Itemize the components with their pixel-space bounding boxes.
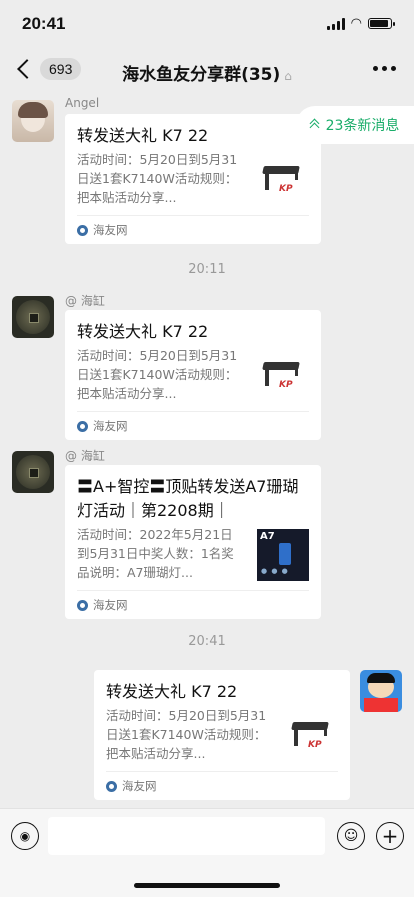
more-actions-button[interactable]: +: [376, 822, 404, 850]
card-source: 海友网: [93, 598, 128, 612]
source-icon: [106, 780, 117, 792]
sender-name: @ 海缸: [65, 294, 105, 308]
thumb-label: A7: [260, 531, 275, 542]
timestamp: 20:41: [188, 634, 226, 649]
thumb-logo: KP: [308, 740, 322, 750]
wifi-icon: ◠: [350, 16, 362, 31]
card-source: 海友网: [93, 419, 128, 433]
card-title: 转发送大礼 K7 22: [77, 322, 209, 341]
avatar[interactable]: [360, 670, 402, 712]
avatar[interactable]: [12, 451, 54, 493]
timestamp: 20:11: [188, 262, 226, 277]
double-chevron-up-icon: [309, 118, 320, 132]
home-indicator: [134, 883, 280, 888]
card-title: 转发送大礼 K7 22: [106, 682, 238, 701]
thumb-logo: KP: [279, 380, 293, 390]
card-description: 活动时间：5月20日到5月31日送1套K7140W活动规则：把本贴活动分享...: [77, 348, 238, 401]
chat-title: 海水鱼友分享群(35) ⌂: [0, 60, 414, 85]
card-title: 转发送大礼 K7 22: [77, 126, 209, 145]
thumb-logo: KP: [279, 184, 293, 194]
card-thumbnail: KP: [286, 710, 338, 762]
link-card[interactable]: 转发送大礼 K7 22 活动时间：5月20日到5月31日送1套K7140W活动规…: [94, 670, 350, 800]
source-icon: [77, 224, 88, 236]
link-card[interactable]: 转发送大礼 K7 22 活动时间：5月20日到5月31日送1套K7140W活动规…: [65, 310, 321, 440]
status-indicators: ◠: [326, 16, 395, 31]
new-messages-button[interactable]: 23条新消息: [296, 106, 414, 144]
card-source: 海友网: [93, 223, 128, 237]
emoji-button[interactable]: ☺: [337, 822, 365, 850]
message-input[interactable]: [48, 817, 325, 855]
sender-name: Angel: [65, 96, 100, 110]
signal-icon: [326, 17, 345, 30]
card-description: 活动时间：5月20日到5月31日送1套K7140W活动规则：把本贴活动分享...: [106, 708, 267, 761]
chat-area[interactable]: Angel 转发送大礼 K7 22 活动时间：5月20日到5月31日送1套K71…: [0, 92, 414, 808]
more-options-button[interactable]: [373, 66, 396, 71]
link-card[interactable]: 转发送大礼 K7 22 活动时间：5月20日到5月31日送1套K7140W活动规…: [65, 114, 321, 244]
card-source: 海友网: [122, 779, 157, 793]
link-card[interactable]: 〓A+智控〓顶贴转发送A7珊瑚灯活动｜第2208期｜ 活动时间：2022年5月2…: [65, 465, 321, 619]
chat-title-text: 海水鱼友分享群(35): [122, 65, 281, 85]
input-bar: ◉ ☺ +: [0, 808, 414, 897]
card-footer: 海友网: [77, 411, 309, 440]
card-footer: 海友网: [77, 590, 309, 619]
battery-icon: [368, 18, 395, 29]
card-thumbnail: KP: [257, 350, 309, 402]
voice-button[interactable]: ◉: [11, 822, 39, 850]
new-messages-label: 23条新消息: [325, 118, 400, 134]
source-icon: [77, 420, 88, 432]
card-title: 〓A+智控〓顶贴转发送A7珊瑚灯活动｜第2208期｜: [77, 477, 299, 520]
sender-name: @ 海缸: [65, 449, 105, 463]
avatar[interactable]: [12, 100, 54, 142]
avatar[interactable]: [12, 296, 54, 338]
status-bar: 20:41 ◠: [0, 0, 414, 48]
nav-bar: 693 海水鱼友分享群(35) ⌂: [0, 48, 414, 92]
card-thumbnail: KP: [257, 154, 309, 206]
card-footer: 海友网: [77, 215, 309, 244]
source-icon: [77, 599, 88, 611]
status-time: 20:41: [22, 14, 66, 33]
smiley-icon: ☺: [343, 828, 359, 844]
voice-icon: ◉: [19, 829, 31, 843]
card-footer: 海友网: [106, 771, 338, 800]
card-thumbnail: A7 ● ● ●: [257, 529, 309, 581]
mute-bell-icon: ⌂: [284, 69, 292, 83]
card-description: 活动时间：2022年5月21日到5月31日中奖人数：1名奖品说明：A7珊瑚灯..…: [77, 527, 234, 580]
plus-icon: +: [381, 824, 399, 848]
card-description: 活动时间：5月20日到5月31日送1套K7140W活动规则：把本贴活动分享...: [77, 152, 238, 205]
